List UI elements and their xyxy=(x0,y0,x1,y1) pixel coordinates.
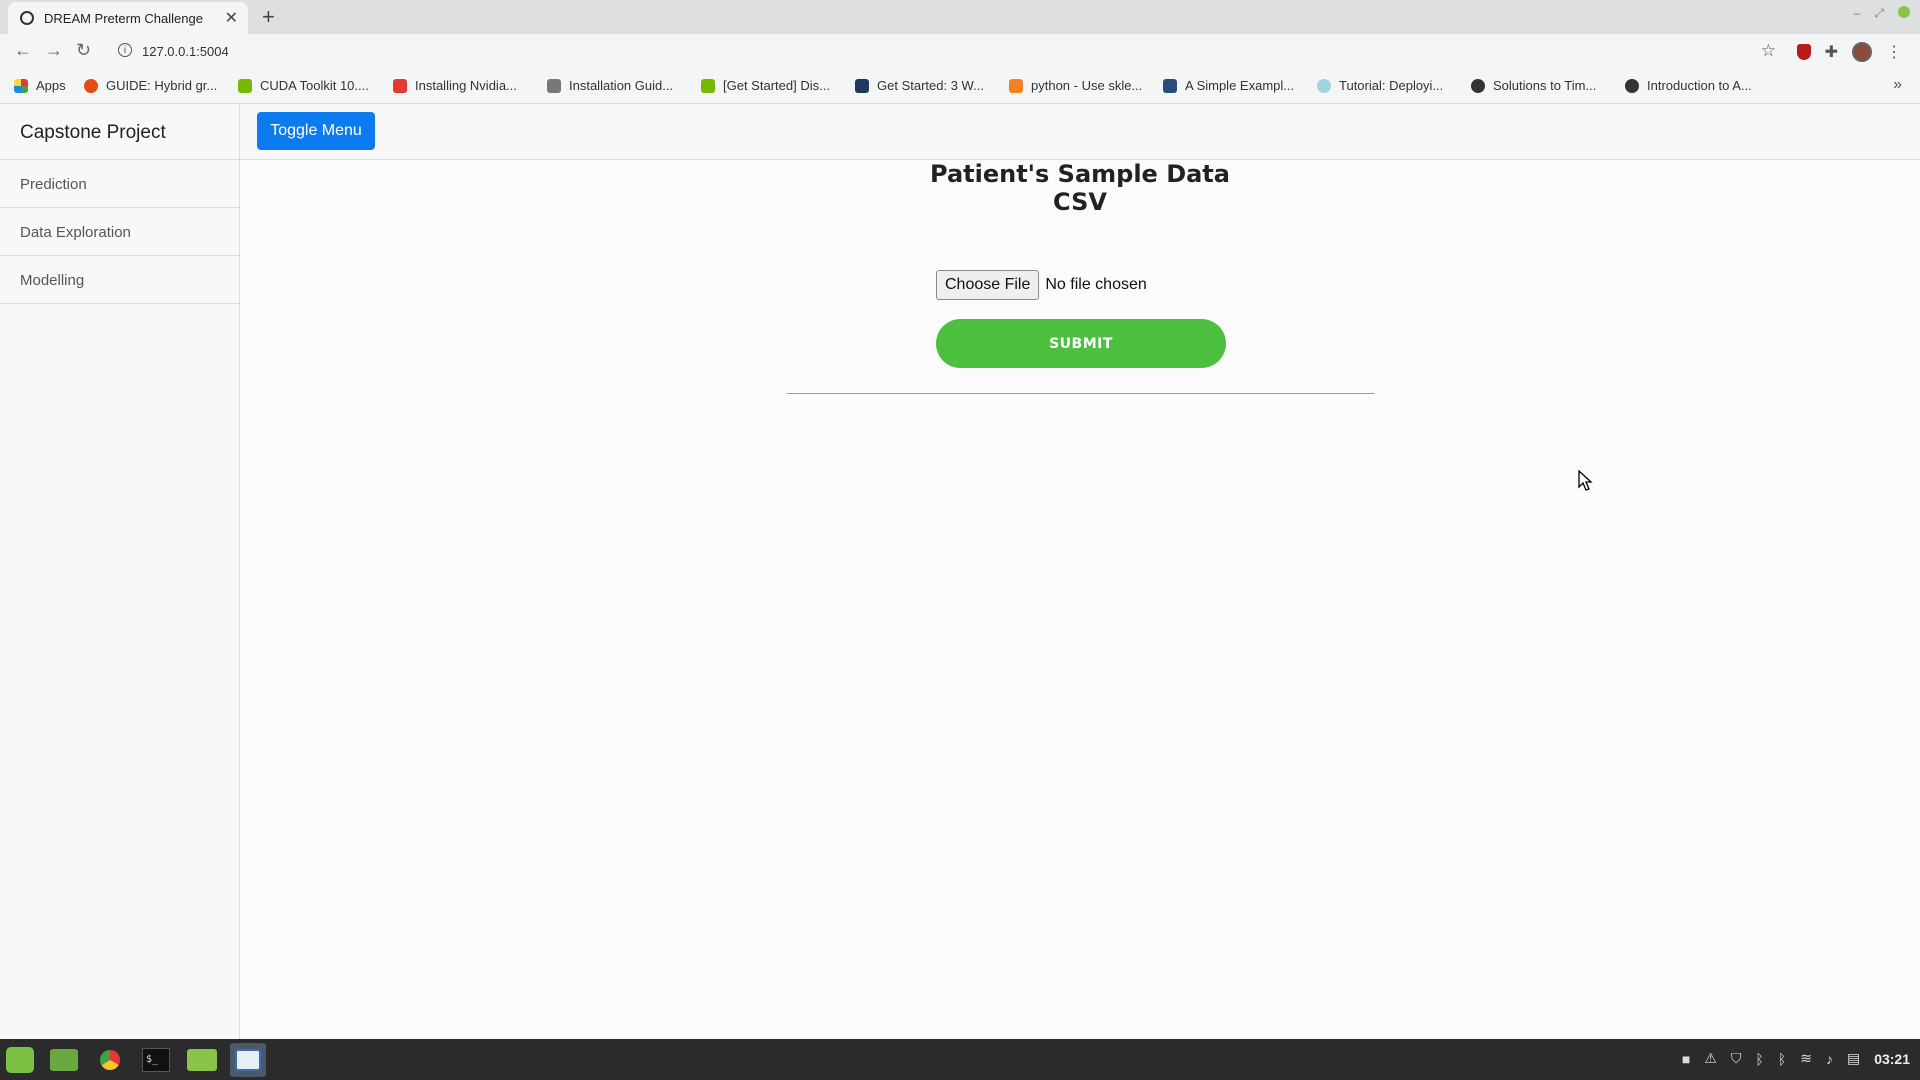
close-window-icon[interactable] xyxy=(1898,6,1910,18)
bluetooth-device-icon[interactable]: ᛒ xyxy=(1778,1051,1786,1067)
chrome-icon[interactable] xyxy=(92,1043,128,1077)
toggle-menu-button[interactable]: Toggle Menu xyxy=(257,112,375,150)
bookmark-favicon-icon xyxy=(1317,78,1331,93)
bookmark-item[interactable]: python - Use skle... xyxy=(1009,78,1142,93)
bookmark-favicon-icon xyxy=(855,78,869,93)
files-icon[interactable] xyxy=(46,1043,82,1077)
sidebar-item-data-exploration[interactable]: Data Exploration xyxy=(0,208,239,256)
mint-menu-icon[interactable] xyxy=(2,1043,38,1077)
bookmark-item[interactable]: Installation Guid... xyxy=(547,78,673,93)
bookmark-item[interactable]: Installing Nvidia... xyxy=(393,78,517,93)
brand-title: Capstone Project xyxy=(0,104,239,160)
bookmarks-bar: Apps GUIDE: Hybrid gr... CUDA Toolkit 10… xyxy=(0,70,1920,104)
bookmark-favicon-icon xyxy=(1163,78,1177,93)
screenshot-icon[interactable] xyxy=(230,1043,266,1077)
globe-icon xyxy=(20,11,34,25)
bookmark-favicon-icon xyxy=(84,78,98,93)
bookmark-label: CUDA Toolkit 10.... xyxy=(260,78,369,93)
tab-title: DREAM Preterm Challenge xyxy=(44,11,203,26)
bookmark-item[interactable]: A Simple Exampl... xyxy=(1163,78,1294,93)
choose-file-button[interactable]: Choose File xyxy=(936,270,1040,300)
sidebar-item-prediction[interactable]: Prediction xyxy=(0,160,239,208)
info-icon[interactable]: i xyxy=(118,43,132,57)
kebab-menu-icon[interactable]: ⋮ xyxy=(1886,42,1902,62)
sidebar-item-modelling[interactable]: Modelling xyxy=(0,256,239,304)
nvidia-icon xyxy=(701,78,715,93)
volume-icon[interactable]: ♪ xyxy=(1826,1051,1833,1067)
profile-avatar[interactable] xyxy=(1852,42,1872,62)
bookmark-label: Introduction to A... xyxy=(1647,78,1752,93)
clock[interactable]: 03:21 xyxy=(1874,1051,1910,1067)
bookmark-item[interactable]: Tutorial: Deployi... xyxy=(1317,78,1443,93)
bookmark-label: Solutions to Tim... xyxy=(1493,78,1597,93)
mouse-cursor-icon xyxy=(1578,470,1593,491)
bookmark-label: [Get Started] Dis... xyxy=(723,78,830,93)
youtube-icon xyxy=(393,78,407,93)
bookmark-label: GUIDE: Hybrid gr... xyxy=(106,78,218,93)
reload-icon[interactable]: ↻ xyxy=(76,40,91,61)
bookmark-label: Tutorial: Deployi... xyxy=(1339,78,1444,93)
ublock-icon[interactable] xyxy=(1796,44,1811,60)
new-tab-icon[interactable]: + xyxy=(262,4,275,30)
back-icon[interactable]: ← xyxy=(14,40,32,61)
terminal-icon[interactable]: $_ xyxy=(138,1043,174,1077)
bookmark-label: Installing Nvidia... xyxy=(415,78,517,93)
system-tray: ■ ⚠ ⛉ ᛒ ᛒ ≋ ♪ ▤ 03:21 xyxy=(1682,1050,1910,1067)
window-controls: – ⤢ xyxy=(1854,6,1910,21)
taskbar: $_ ■ ⚠ ⛉ ᛒ ᛒ ≋ ♪ ▤ 03:21 xyxy=(0,1039,1920,1080)
clipboard-icon[interactable]: ▤ xyxy=(1847,1050,1860,1067)
file-status-text: No file chosen xyxy=(1045,276,1147,293)
globe-icon xyxy=(1625,78,1639,93)
tab-close-icon[interactable]: ✕ xyxy=(225,8,238,28)
bookmark-star-icon[interactable]: ☆ xyxy=(1761,41,1776,61)
apps-grid-icon xyxy=(14,78,28,93)
address-bar[interactable]: i 127.0.0.1:5004 ☆ xyxy=(110,39,1780,65)
file-upload: Choose File No file chosen xyxy=(936,270,1147,300)
bookmark-label: python - Use skle... xyxy=(1031,78,1143,93)
bluetooth-icon[interactable]: ᛒ xyxy=(1755,1051,1763,1067)
bookmark-item[interactable]: Get Started: 3 W... xyxy=(855,78,984,93)
bookmark-label: Get Started: 3 W... xyxy=(877,78,984,93)
bookmark-item[interactable]: Solutions to Tim... xyxy=(1471,78,1596,93)
main-content: Patient's Sample Data CSV Choose File No… xyxy=(240,160,1920,1039)
shield-icon[interactable]: ⛉ xyxy=(1731,1050,1742,1067)
page-title: Patient's Sample Data CSV xyxy=(890,160,1270,216)
bookmark-item[interactable]: Apps xyxy=(14,78,66,93)
minimize-icon[interactable]: – xyxy=(1854,6,1861,21)
document-icon xyxy=(547,78,561,93)
more-bookmarks-icon[interactable]: » xyxy=(1893,76,1902,94)
extensions-puzzle-icon[interactable]: ✚ xyxy=(1825,42,1838,62)
browser-tab[interactable]: DREAM Preterm Challenge ✕ xyxy=(8,2,248,34)
extensions-area: ✚ ⋮ xyxy=(1796,42,1902,62)
bookmark-label: Installation Guid... xyxy=(569,78,674,93)
bookmark-item[interactable]: GUIDE: Hybrid gr... xyxy=(84,78,217,93)
globe-icon xyxy=(1471,78,1485,93)
divider xyxy=(787,393,1374,394)
browser-toolbar: ← → ↻ i 127.0.0.1:5004 ☆ ✚ ⋮ xyxy=(0,34,1920,70)
url-text: 127.0.0.1:5004 xyxy=(142,44,229,59)
forward-icon[interactable]: → xyxy=(45,40,63,61)
stackoverflow-icon xyxy=(1009,78,1023,93)
camera-icon[interactable]: ■ xyxy=(1682,1051,1690,1067)
bookmark-item[interactable]: CUDA Toolkit 10.... xyxy=(238,78,369,93)
bookmark-item[interactable]: Introduction to A... xyxy=(1625,78,1752,93)
sidebar: Capstone Project Prediction Data Explora… xyxy=(0,104,240,1039)
bookmark-item[interactable]: [Get Started] Dis... xyxy=(701,78,830,93)
bookmark-label: A Simple Exampl... xyxy=(1185,78,1295,93)
page-title-line1: Patient's Sample Data xyxy=(930,160,1230,188)
top-navbar: Toggle Menu xyxy=(240,104,1920,160)
submit-button[interactable]: SUBMIT xyxy=(936,319,1226,368)
nvidia-icon xyxy=(238,78,252,93)
page-title-line2: CSV xyxy=(1053,188,1107,216)
folder-icon[interactable] xyxy=(184,1043,220,1077)
restore-icon[interactable]: ⤢ xyxy=(1874,6,1884,21)
bookmark-label: Apps xyxy=(36,78,66,93)
browser-tab-bar: DREAM Preterm Challenge ✕ + – ⤢ xyxy=(0,0,1920,34)
warning-icon[interactable]: ⚠ xyxy=(1704,1050,1717,1067)
wifi-icon[interactable]: ≋ xyxy=(1800,1050,1812,1067)
